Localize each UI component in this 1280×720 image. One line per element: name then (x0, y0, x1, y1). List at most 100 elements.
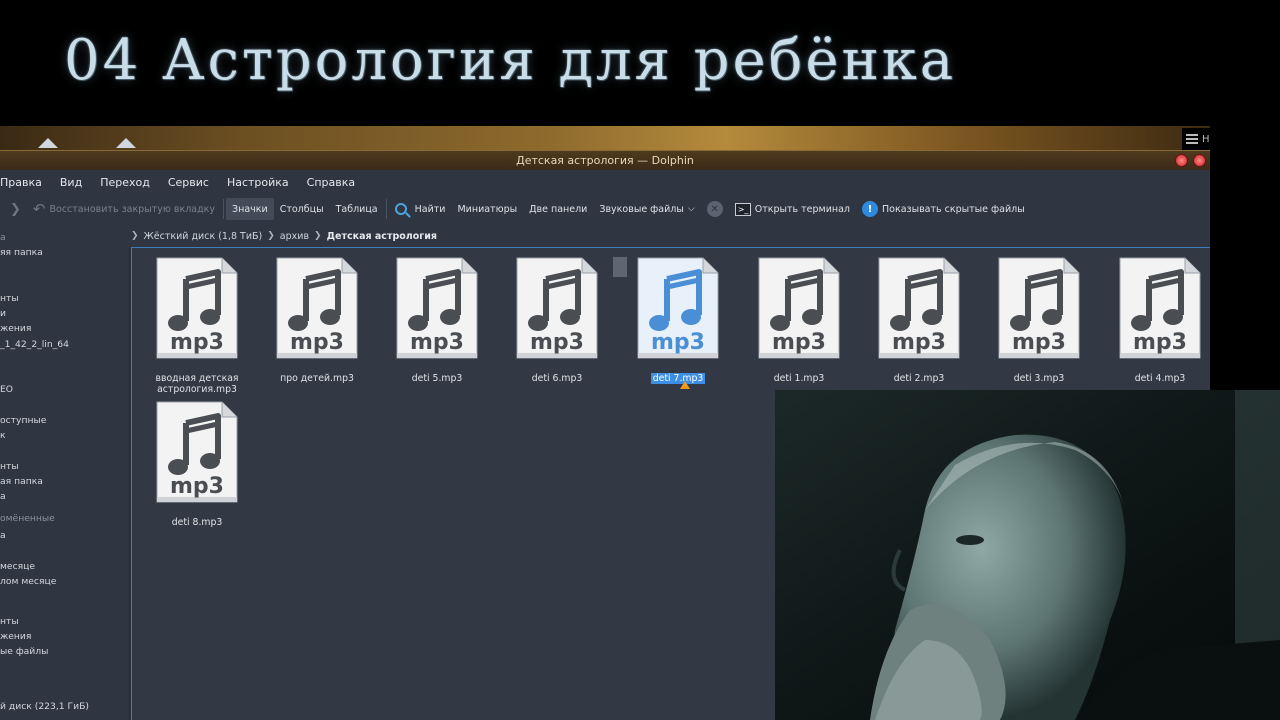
menu-settings[interactable]: Настройка (218, 176, 298, 189)
file-item[interactable]: mp3 про детей.mp3 (262, 257, 372, 384)
terminal-icon: >_ (734, 202, 751, 216)
sidebar-item[interactable]: нты (0, 461, 19, 472)
breadcrumb-current[interactable]: Детская астрология (327, 231, 437, 242)
split-view-button[interactable]: Две панели (523, 198, 593, 220)
file-item[interactable]: mp3 deti 8.mp3 (142, 401, 252, 528)
file-item[interactable]: mp3 вводная детская астрология.mp3 (142, 257, 252, 395)
file-item[interactable]: mp3 deti 4.mp3 (1105, 257, 1215, 384)
desktop-decoration (38, 138, 58, 148)
search-icon (394, 203, 407, 215)
columns-view-label: Столбцы (279, 203, 324, 215)
find-button[interactable]: Найти (389, 198, 452, 220)
mp3-ext-text: mp3 (290, 330, 344, 355)
forward-button[interactable]: ❯ (0, 198, 27, 220)
sidebar-item[interactable]: а (0, 491, 6, 502)
breadcrumb-archive[interactable]: архив (280, 231, 309, 242)
thumbnails-button[interactable]: Миниатюры (451, 198, 523, 220)
sidebar-item[interactable]: и (0, 308, 6, 319)
columns-view-button[interactable]: Столбцы (274, 198, 330, 220)
file-name-text: deti 7.mp3 (650, 373, 706, 384)
mp3-ext-text: mp3 (1133, 330, 1187, 355)
breadcrumb-drive[interactable]: Жёсткий диск (1,8 ТиБ) (144, 231, 263, 242)
sidebar-item[interactable]: месяце (0, 561, 35, 572)
mp3-ext-text: mp3 (170, 474, 224, 499)
file-name: про детей.mp3 (262, 373, 372, 384)
menu-go[interactable]: Переход (91, 176, 159, 189)
file-name: вводная детская астрология.mp3 (142, 373, 252, 395)
find-label: Найти (414, 203, 446, 215)
table-view-label: Таблица (335, 203, 378, 215)
sidebar-item[interactable]: нты (0, 616, 19, 627)
sidebar-item[interactable]: _1_42_2_lin_64 (0, 339, 69, 350)
thumbnails-label: Миниатюры (457, 203, 518, 215)
file-item[interactable]: mp3 deti 1.mp3 (744, 257, 854, 384)
sidebar-item[interactable]: лом месяце (0, 576, 56, 587)
mp3-ext-text: mp3 (1012, 330, 1066, 355)
exclamation-icon: ! (862, 201, 879, 217)
sidebar-item[interactable]: жения (0, 323, 31, 334)
sidebar-item[interactable]: яя папка (0, 247, 43, 258)
file-name-text: deti 8.mp3 (171, 517, 223, 528)
sidebar-item[interactable]: ые файлы (0, 646, 48, 657)
panel-menu-label: Н (1202, 133, 1210, 145)
file-item[interactable]: mp3 deti 7.mp3 (613, 257, 733, 389)
menu-view[interactable]: Вид (51, 176, 91, 189)
mp3-ext-text: mp3 (892, 330, 946, 355)
undo-arrow-icon: ↶ (32, 200, 46, 218)
sidebar-heading: омёненные (0, 513, 55, 524)
table-view-button[interactable]: Таблица (330, 198, 384, 220)
file-name-text: deti 4.mp3 (1134, 373, 1186, 384)
mp3-file-icon: mp3 (637, 257, 719, 359)
mp3-ext-text: mp3 (651, 330, 705, 355)
file-item[interactable]: mp3 deti 5.mp3 (382, 257, 492, 384)
file-name: deti 5.mp3 (382, 373, 492, 384)
file-name-text: deti 5.mp3 (411, 373, 463, 384)
chevron-right-icon: ❯ (10, 201, 21, 217)
select-toggle-icon[interactable] (613, 257, 627, 277)
chevron-down-icon: ⌵ (687, 204, 695, 214)
sidebar-item[interactable]: ая папка (0, 476, 43, 487)
show-hidden-button[interactable]: ! Показывать скрытые файлы (856, 198, 1031, 220)
sidebar-item[interactable]: жения (0, 631, 31, 642)
file-name-text: deti 1.mp3 (773, 373, 825, 384)
close-button[interactable] (1193, 154, 1206, 167)
webcam-overlay (775, 390, 1280, 720)
file-name-text: deti 2.mp3 (893, 373, 945, 384)
file-name: deti 8.mp3 (142, 517, 252, 528)
menu-help[interactable]: Справка (298, 176, 364, 189)
desktop-panel (0, 126, 1210, 150)
sidebar-item[interactable]: нты (0, 293, 19, 304)
icons-view-button[interactable]: Значки (226, 198, 274, 220)
sidebar-item[interactable]: EO (0, 384, 13, 395)
hamburger-icon (1186, 134, 1198, 144)
mp3-ext-text: mp3 (772, 330, 826, 355)
panel-menu-button[interactable]: Н (1182, 128, 1280, 150)
file-name: deti 1.mp3 (744, 373, 854, 384)
sidebar-item[interactable]: оступные (0, 415, 46, 426)
sidebar-item[interactable]: а (0, 530, 6, 541)
audio-filter-dropdown[interactable]: Звуковые файлы ⌵ (593, 198, 700, 220)
minimize-button[interactable] (1175, 154, 1188, 167)
file-item[interactable]: mp3 deti 3.mp3 (984, 257, 1094, 384)
mp3-file-icon: mp3 (156, 257, 238, 359)
title-bar[interactable]: Детская астрология — Dolphin (0, 150, 1210, 170)
mp3-file-icon: mp3 (1119, 257, 1201, 359)
toolbar: ❯ ↶ Восстановить закрытую вкладку Значки… (0, 194, 1210, 224)
open-terminal-button[interactable]: >_ Открыть терминал (729, 198, 856, 220)
sidebar-item[interactable]: к (0, 430, 6, 441)
menu-edit[interactable]: Правка (0, 176, 51, 189)
restore-tab-button[interactable]: ↶ Восстановить закрытую вкладку (27, 198, 221, 220)
mp3-file-icon: mp3 (276, 257, 358, 359)
chevron-right-icon: ❯ (131, 231, 139, 241)
video-title: 04 Астрология для ребёнка (64, 28, 957, 93)
sidebar-item[interactable]: й диск (223,1 ГиБ) (0, 701, 89, 712)
file-name-text: про детей.mp3 (280, 373, 354, 384)
mp3-file-icon: mp3 (516, 257, 598, 359)
clear-filter-button[interactable]: ✕ (701, 198, 729, 220)
menu-tools[interactable]: Сервис (159, 176, 218, 189)
file-item[interactable]: mp3 deti 2.mp3 (864, 257, 974, 384)
file-item[interactable]: mp3 deti 6.mp3 (502, 257, 612, 384)
restore-tab-label: Восстановить закрытую вкладку (49, 203, 216, 215)
sidebar-heading: а (0, 232, 6, 243)
chevron-right-icon: ❯ (267, 231, 275, 241)
